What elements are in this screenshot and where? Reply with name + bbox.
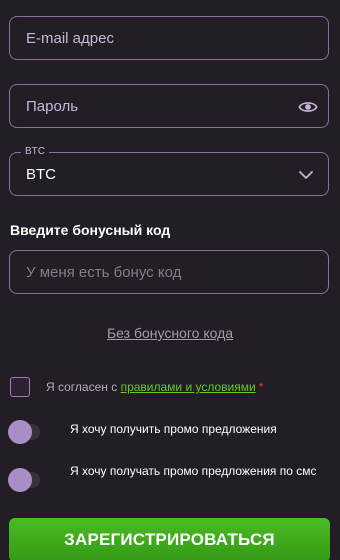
terms-agreement-row: Я согласен с правилами и условиями *: [10, 377, 263, 397]
currency-value: BTC: [26, 165, 56, 183]
promo-toggle-knob: [8, 420, 32, 444]
register-button[interactable]: ЗАРЕГИСТРИРОВАТЬСЯ: [9, 518, 330, 560]
sms-toggle-row: Я хочу получать промо предложения по смс: [8, 462, 318, 492]
terms-checkbox[interactable]: [10, 377, 30, 397]
chevron-down-icon[interactable]: [298, 167, 314, 183]
bonus-heading: Введите бонусный код: [10, 222, 171, 238]
bonus-placeholder: У меня есть бонус код: [26, 263, 182, 281]
password-field[interactable]: Пароль: [9, 84, 329, 128]
terms-text: Я согласен с правилами и условиями *: [46, 380, 263, 394]
promo-toggle-label: Я хочу получить промо предложения: [70, 422, 277, 436]
currency-label: BTC: [21, 146, 49, 158]
promo-toggle[interactable]: [8, 420, 40, 444]
sms-toggle[interactable]: [8, 468, 40, 492]
terms-prefix: Я согласен с: [46, 380, 121, 394]
sms-toggle-label: Я хочу получать промо предложения по смс: [70, 464, 317, 478]
bonus-code-field[interactable]: У меня есть бонус код: [9, 250, 329, 294]
email-field[interactable]: E-mail адрес: [9, 16, 329, 60]
no-bonus-link[interactable]: Без бонусного кода: [0, 325, 340, 341]
required-mark: *: [258, 380, 264, 394]
currency-select[interactable]: BTC BTC: [9, 146, 329, 196]
email-placeholder: E-mail адрес: [26, 29, 114, 47]
sms-toggle-knob: [8, 468, 32, 492]
registration-form: E-mail адрес Пароль BTC BTC Введите бону…: [0, 0, 340, 560]
eye-icon[interactable]: [298, 97, 318, 117]
password-placeholder: Пароль: [26, 97, 79, 115]
terms-link[interactable]: правилами и условиями: [121, 380, 256, 394]
promo-toggle-row: Я хочу получить промо предложения: [8, 420, 318, 444]
